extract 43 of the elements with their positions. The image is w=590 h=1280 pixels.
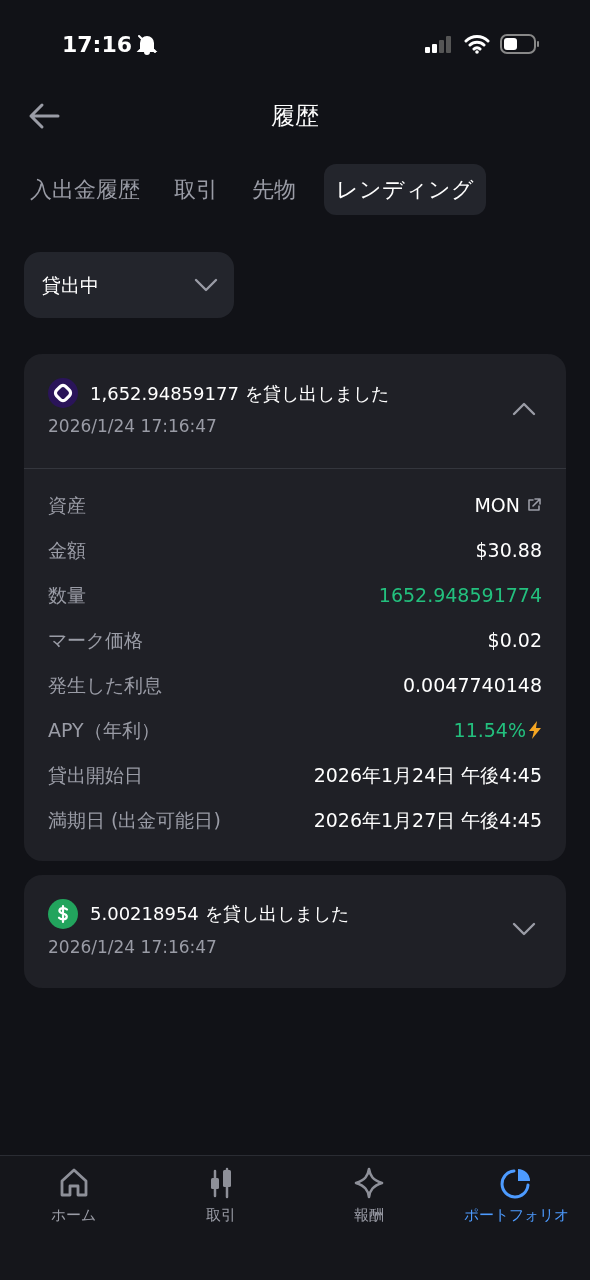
wifi-icon (464, 34, 490, 54)
status-time: 17:16 (62, 30, 133, 59)
nav-item[interactable]: ホーム (0, 1166, 148, 1246)
page-title: 履歴 (271, 101, 319, 132)
detail-value: $30.88 (475, 537, 542, 563)
detail-value: MON (474, 492, 520, 518)
detail-value: $0.02 (487, 627, 542, 653)
external-link-icon[interactable] (526, 497, 542, 513)
battery-icon (500, 33, 540, 55)
tab[interactable]: 取引 (162, 164, 230, 215)
detail-value: 0.0047740148 (403, 672, 542, 698)
detail-label: 資産 (48, 492, 86, 518)
tab[interactable]: 先物 (240, 164, 308, 215)
tab[interactable]: 入出金履歴 (18, 164, 152, 215)
nav-item[interactable]: 取引 (147, 1166, 295, 1246)
loan-title: 5.00218954 を貸し出しました (90, 902, 349, 926)
status-dropdown[interactable]: 貸出中 (24, 252, 234, 318)
detail-label: 満期日 (出金可能日) (48, 807, 221, 833)
detail-label: 数量 (48, 582, 86, 608)
chevron-down-icon[interactable] (512, 922, 536, 937)
coin-icon (48, 378, 78, 408)
back-arrow-icon (28, 102, 60, 130)
dollar-coin-icon (48, 898, 78, 929)
loan-title: 1,652.94859177 を貸し出しました (90, 381, 389, 406)
detail-label: 金額 (48, 537, 86, 563)
tab[interactable]: レンディング (324, 164, 486, 215)
loan-time: 2026/1/24 17:16:47 (48, 415, 218, 438)
detail-value: 11.54% (453, 717, 526, 743)
chevron-up-icon[interactable] (512, 401, 536, 416)
bell-muted-icon (136, 33, 159, 55)
detail-label: 貸出開始日 (48, 762, 143, 788)
lightning-icon (528, 721, 542, 739)
detail-label: APY（年利） (48, 717, 160, 743)
detail-value: 2026年1月24日 午後4:45 (313, 762, 542, 788)
signal-icon (424, 34, 454, 54)
detail-label: 発生した利息 (48, 672, 162, 698)
loan-time: 2026/1/24 17:16:47 (48, 935, 218, 959)
nav-item[interactable]: ポートフォリオ (442, 1166, 590, 1246)
detail-value: 2026年1月27日 午後4:45 (313, 807, 542, 833)
detail-value: 1652.948591774 (378, 582, 542, 608)
chevron-down-icon[interactable] (194, 278, 218, 292)
detail-label: マーク価格 (48, 627, 143, 653)
nav-item[interactable]: 報酬 (295, 1166, 443, 1246)
